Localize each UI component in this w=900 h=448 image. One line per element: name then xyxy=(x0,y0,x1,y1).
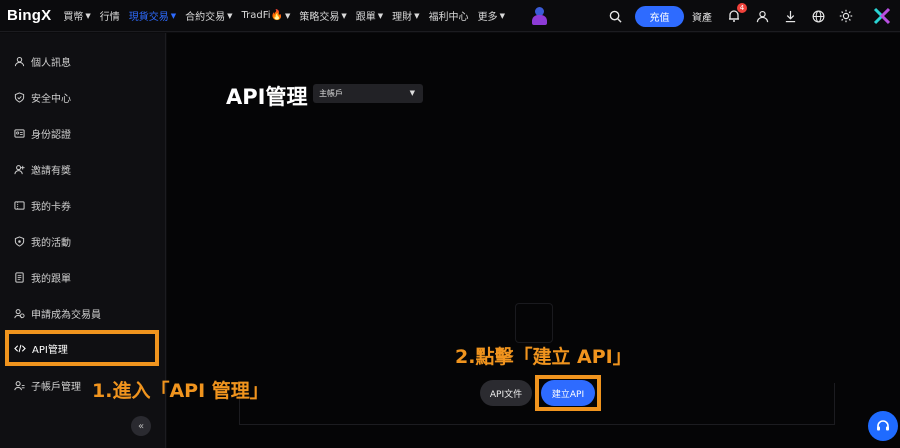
chevron-down-icon: ▼ xyxy=(341,11,347,20)
customer-support-button[interactable] xyxy=(868,411,898,441)
invite-icon xyxy=(14,164,25,174)
nav-earn[interactable]: 理財 ▼ xyxy=(392,8,420,24)
bingx-logo[interactable]: BingX xyxy=(7,7,51,24)
sidebar-item-copy-trading[interactable]: 我的跟單 xyxy=(0,259,166,295)
chevron-down-icon: ▼ xyxy=(85,11,91,20)
page-title: API管理 xyxy=(226,85,308,109)
brand-mark-icon xyxy=(872,6,892,26)
step-1-annotation: 1.進入「API 管理」 xyxy=(92,380,269,402)
copy-trade-icon xyxy=(15,271,24,283)
nav-buy-crypto[interactable]: 買幣 ▼ xyxy=(63,8,91,24)
search-icon[interactable] xyxy=(606,7,624,25)
chevron-down-icon: ▼ xyxy=(170,11,177,20)
nav-futures[interactable]: 合約交易 ▼ xyxy=(185,8,233,24)
nav-copy-trade[interactable]: 跟單 ▼ xyxy=(356,8,384,24)
user-icon xyxy=(14,56,25,66)
nav-right-group: 充值 資產 4 xyxy=(601,0,900,32)
trader-icon xyxy=(14,308,25,318)
globe-icon[interactable] xyxy=(809,7,827,25)
nav-strategy[interactable]: 策略交易 ▼ xyxy=(299,8,347,24)
chevron-down-icon: ▼ xyxy=(285,11,291,20)
top-navigation: BingX 買幣 ▼ 行情 現貨交易 ▼ 合約交易 ▼ TradFi🔥 ▼ 策略交易 ▼ … xyxy=(0,0,900,32)
download-icon[interactable] xyxy=(781,7,799,25)
shield-icon xyxy=(14,91,25,103)
id-card-icon xyxy=(14,128,25,138)
sidebar-collapse-button[interactable]: « xyxy=(131,416,151,436)
deposit-button[interactable]: 充值 xyxy=(635,5,684,27)
theme-sun-icon[interactable] xyxy=(837,7,855,25)
nav-tradfi[interactable]: TradFi🔥 ▼ xyxy=(242,10,291,21)
chevron-down-icon: ▼ xyxy=(414,11,420,20)
sidebar-item-referral[interactable]: 邀請有獎 xyxy=(0,151,166,187)
notification-badge: 4 xyxy=(737,3,747,13)
sidebar-item-coupons[interactable]: 我的卡券 xyxy=(0,187,166,223)
create-api-button[interactable]: 建立API xyxy=(541,380,595,406)
activity-icon xyxy=(14,235,25,247)
nav-markets[interactable]: 行情 xyxy=(100,8,120,23)
nav-rewards-hub[interactable]: 福利中心 xyxy=(429,8,469,23)
sidebar-item-become-trader[interactable]: 申請成為交易員 xyxy=(0,295,166,331)
headset-icon xyxy=(877,420,889,431)
assets-link[interactable]: 資產 xyxy=(692,9,712,24)
mascot-icon[interactable] xyxy=(530,6,548,26)
api-management-highlight xyxy=(5,330,159,366)
chevron-down-icon: ▼ xyxy=(499,11,505,20)
nav-spot[interactable]: 現貨交易 ▼ xyxy=(129,8,177,24)
nav-more[interactable]: 更多 ▼ xyxy=(478,8,505,24)
api-docs-button[interactable]: API文件 xyxy=(480,380,532,406)
sidebar-item-security[interactable]: 安全中心 xyxy=(0,79,166,115)
user-profile-icon[interactable] xyxy=(753,7,771,25)
sub-account-icon xyxy=(14,380,25,390)
sidebar-item-activities[interactable]: 我的活動 xyxy=(0,223,166,259)
coupon-icon xyxy=(14,200,25,210)
account-select[interactable]: 主帳戶 ▼ xyxy=(313,84,423,103)
main-content: API管理 主帳戶 ▼ API文件 建立API xyxy=(167,33,900,448)
chevron-down-icon: ▼ xyxy=(377,11,384,20)
caret-down-icon: ▼ xyxy=(409,89,415,97)
chevron-down-icon: ▼ xyxy=(227,11,233,20)
sidebar-item-verification[interactable]: 身份認證 xyxy=(0,115,166,151)
step-2-annotation: 2.點擊「建立 API」 xyxy=(455,346,632,368)
empty-state-illustration xyxy=(515,303,553,343)
notification-bell-icon[interactable]: 4 xyxy=(725,3,747,25)
sidebar-item-profile[interactable]: 個人訊息 xyxy=(0,43,166,79)
